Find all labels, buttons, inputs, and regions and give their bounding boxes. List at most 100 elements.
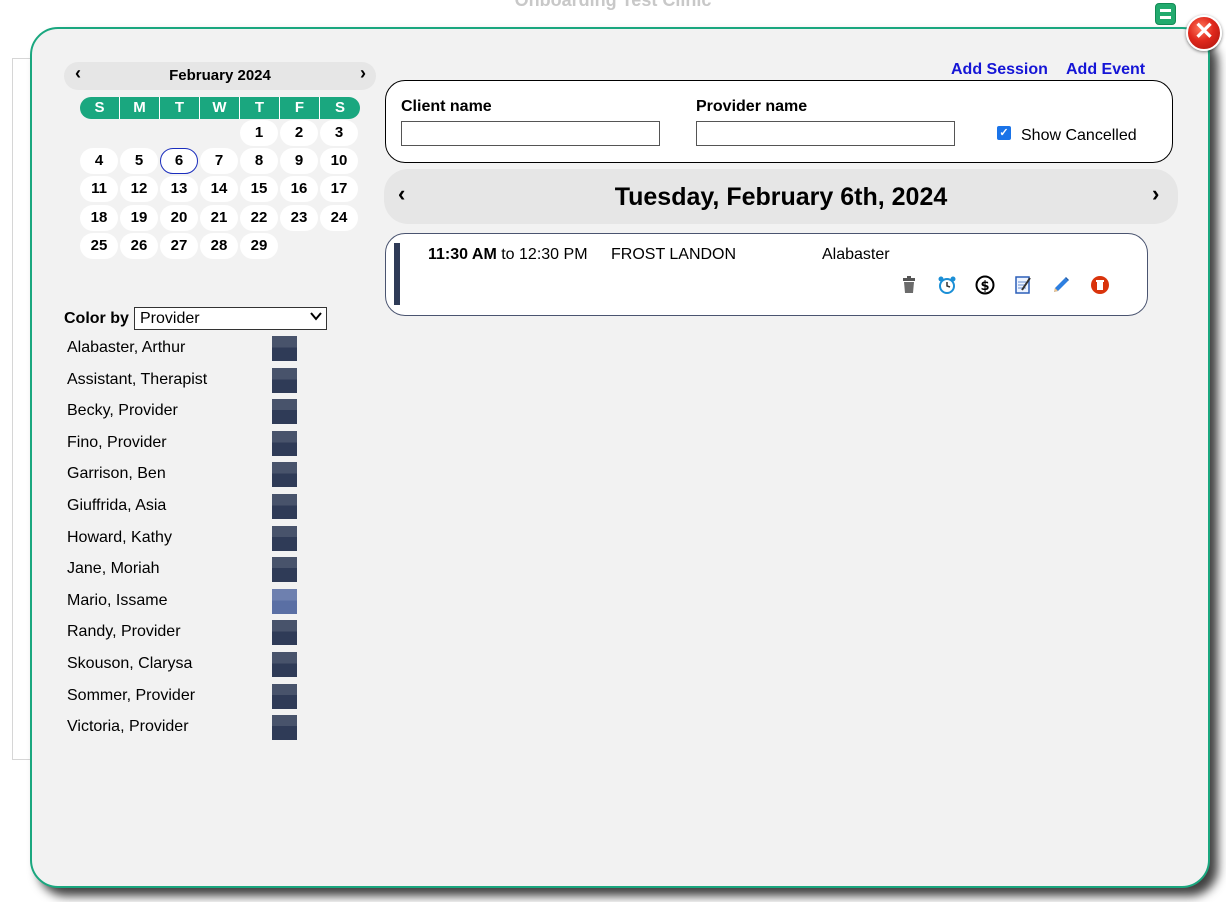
provider-name-input[interactable]	[696, 121, 955, 146]
weekday-label: M	[120, 97, 160, 119]
calendar-day[interactable]: 15	[240, 176, 278, 202]
calendar-day[interactable]: 16	[280, 176, 318, 202]
calendar-day[interactable]: 10	[320, 148, 358, 174]
provider-color-swatch[interactable]	[272, 336, 297, 361]
provider-color-swatch[interactable]	[272, 430, 297, 456]
provider-legend-name: Giuffrida, Asia	[67, 497, 167, 514]
calendar-day[interactable]: 1	[240, 120, 278, 146]
add-session-link[interactable]: Add Session	[951, 61, 1048, 79]
provider-legend-name: Jane, Moriah	[67, 560, 160, 578]
alarm-clock-icon[interactable]	[937, 275, 957, 295]
provider-legend-name: Howard, Kathy	[67, 528, 172, 546]
calendar-day[interactable]: 21	[200, 205, 238, 231]
svg-text:$: $	[980, 279, 989, 294]
calendar-day[interactable]: 25	[80, 233, 118, 259]
provider-color-swatch[interactable]	[272, 525, 297, 551]
minimize-icon-bar-bottom	[1160, 16, 1171, 19]
notepad-icon[interactable]	[1013, 275, 1033, 295]
trash-icon[interactable]	[899, 275, 919, 295]
add-event-link[interactable]: Add Event	[1066, 61, 1145, 79]
weekday-label: F	[280, 97, 320, 119]
provider-legend-name: Victoria, Provider	[67, 718, 189, 736]
provider-color-swatch[interactable]	[272, 462, 297, 488]
show-cancelled-label: Show Cancelled	[1021, 127, 1137, 144]
calendar-day[interactable]: 24	[320, 205, 358, 231]
color-by-selected-value: Provider	[140, 310, 200, 327]
calendar-day[interactable]: 14	[200, 176, 238, 202]
day-title: Tuesday, February 6th, 2024	[614, 183, 948, 211]
weekday-label: W	[200, 97, 240, 119]
background-window-title: Onboarding Test Clinic	[514, 0, 712, 10]
dollar-icon[interactable]: $	[975, 275, 995, 295]
provider-color-swatch[interactable]	[272, 367, 297, 393]
calendar-day[interactable]: 19	[120, 205, 158, 231]
provider-legend-name: Assistant, Therapist	[67, 370, 208, 388]
next-month-button[interactable]: ›	[351, 62, 375, 88]
weekday-label: T	[160, 97, 200, 119]
calendar-day[interactable]: 26	[120, 233, 158, 259]
provider-color-swatch[interactable]	[272, 494, 297, 519]
weekday-label: S	[334, 99, 345, 116]
provider-legend-name: Mario, Issame	[67, 591, 168, 609]
provider-color-swatch[interactable]	[272, 557, 297, 583]
calendar-day[interactable]: 28	[200, 233, 238, 259]
calendar-day[interactable]: 20	[160, 205, 198, 231]
calendar-day[interactable]: 23	[280, 205, 318, 231]
show-cancelled-checkbox[interactable]: ✓	[997, 126, 1011, 140]
provider-color-swatch[interactable]	[272, 683, 297, 709]
calendar-day[interactable]: 13	[160, 176, 198, 202]
session-time: 11:30 AM to 12:30 PM	[428, 246, 588, 264]
provider-legend-name: Alabaster, Arthur	[67, 339, 186, 356]
provider-legend-name: Sommer, Provider	[67, 686, 196, 704]
calendar-day[interactable]: 2	[280, 120, 318, 146]
provider-color-swatch[interactable]	[272, 399, 297, 425]
close-button[interactable]: ✕	[1186, 15, 1222, 51]
provider-legend-name: Becky, Provider	[67, 402, 178, 420]
calendar-day[interactable]: 17	[320, 176, 358, 202]
calendar-day[interactable]: 3	[320, 120, 358, 146]
session-client-name: FROST LANDON	[611, 246, 737, 263]
calendar-day[interactable]: 27	[160, 233, 198, 259]
calendar-day[interactable]: 18	[80, 205, 118, 231]
calendar-day[interactable]: 4	[80, 148, 118, 174]
calendar-day[interactable]: 29	[240, 233, 278, 259]
color-by-select[interactable]: Provider	[134, 307, 327, 330]
calendar-day[interactable]: 9	[280, 148, 318, 174]
chevron-down-icon	[310, 309, 322, 329]
session-provider-name: Alabaster	[822, 246, 890, 263]
calendar-day[interactable]: 8	[240, 148, 278, 174]
provider-name-label: Provider name	[696, 98, 808, 115]
calendar-day[interactable]: 11	[80, 176, 118, 202]
provider-legend-name: Skouson, Clarysa	[67, 655, 193, 672]
close-icon: ✕	[1193, 18, 1215, 45]
day-navigation-bar: ‹ Tuesday, February 6th, 2024 ›	[384, 169, 1178, 224]
session-to-label: to	[501, 246, 515, 263]
provider-color-swatch[interactable]	[272, 620, 297, 646]
next-day-button[interactable]: ›	[1152, 181, 1159, 207]
provider-legend-name: Garrison, Ben	[67, 465, 166, 483]
calendar-day-selected[interactable]: 6	[160, 148, 198, 174]
minimize-button[interactable]	[1155, 3, 1176, 25]
calendar-day[interactable]: 12	[120, 176, 158, 202]
client-name-label: Client name	[401, 98, 492, 115]
delete-icon[interactable]	[1090, 275, 1110, 295]
calendar-day[interactable]: 5	[120, 148, 158, 174]
session-color-bar	[394, 243, 400, 305]
pencil-icon[interactable]	[1051, 275, 1071, 295]
provider-legend-name: Fino, Provider	[67, 433, 167, 451]
calendar-month-label: February 2024	[169, 67, 271, 84]
calendar-day[interactable]: 7	[200, 148, 238, 174]
session-end-time: 12:30 PM	[519, 246, 588, 263]
weekday-label: T	[240, 97, 280, 119]
minimize-icon-bar-top	[1160, 9, 1171, 12]
weekday-label: S	[80, 97, 120, 119]
provider-color-swatch[interactable]	[272, 588, 297, 614]
calendar-header: ‹ February 2024 ›	[64, 62, 376, 90]
calendar-day[interactable]: 22	[240, 205, 278, 231]
provider-legend-name: Randy, Provider	[67, 623, 181, 641]
client-name-input[interactable]	[401, 121, 660, 146]
session-start-time: 11:30 AM	[428, 246, 497, 263]
weekday-header-row: SMTWTFS	[80, 97, 360, 119]
provider-color-swatch[interactable]	[272, 715, 297, 741]
provider-color-swatch[interactable]	[272, 652, 297, 677]
